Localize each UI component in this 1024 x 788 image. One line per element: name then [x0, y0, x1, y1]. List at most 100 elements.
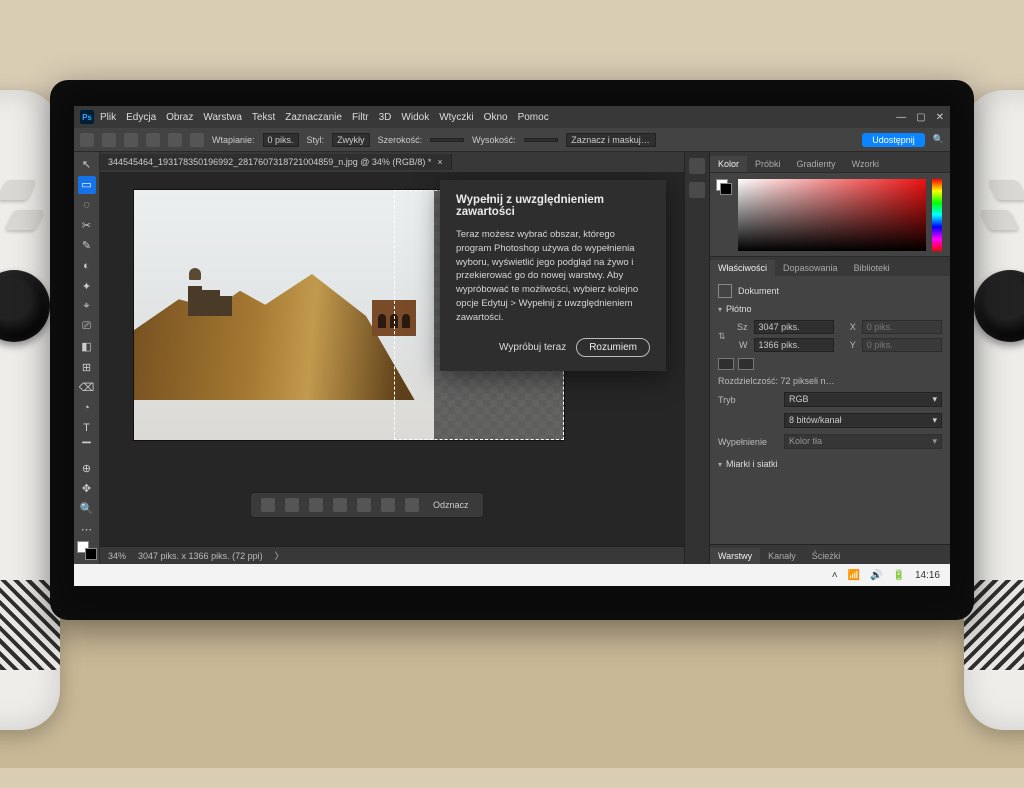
style-select[interactable]: Zwykły — [332, 133, 370, 147]
right-thumbstick[interactable] — [974, 270, 1024, 342]
orientation-landscape[interactable] — [738, 358, 754, 370]
tab-probki[interactable]: Próbki — [747, 156, 789, 172]
ctx-generative-fill-icon[interactable] — [261, 498, 275, 512]
right-shoulder-button-b[interactable] — [979, 210, 1018, 230]
selection-mode-subtract-icon[interactable] — [168, 133, 182, 147]
gradient-tool[interactable]: ⊞ — [78, 359, 96, 376]
select-and-mask-button[interactable]: Zaznacz i maskuj… — [566, 133, 656, 147]
deselect-button[interactable]: Odznacz — [429, 500, 473, 510]
shape-tool[interactable]: ⊕ — [78, 460, 96, 477]
left-thumbstick[interactable] — [0, 270, 50, 342]
ctx-mask-icon[interactable] — [333, 498, 347, 512]
selection-mode-intersect-icon[interactable] — [190, 133, 204, 147]
ctx-invert-icon[interactable] — [309, 498, 323, 512]
menu-widok[interactable]: Widok — [401, 112, 429, 123]
canvas-height-input[interactable]: 1366 piks. — [754, 338, 834, 352]
selection-mode-new-icon[interactable] — [124, 133, 138, 147]
menu-filtr[interactable]: Filtr — [352, 112, 369, 123]
rulers-section-header[interactable]: Miarki i siatki — [718, 459, 942, 469]
contextual-task-bar[interactable]: Odznacz — [250, 492, 484, 518]
tab-sciezki[interactable]: Ścieżki — [804, 548, 849, 564]
menu-tekst[interactable]: Tekst — [252, 112, 275, 123]
canvas-section-header[interactable]: Płótno — [718, 304, 942, 314]
tooltip-try-link[interactable]: Wypróbuj teraz — [499, 342, 566, 353]
tab-wlasciwosci[interactable]: Właściwości — [710, 260, 775, 276]
color-swatches[interactable] — [77, 541, 97, 560]
tab-warstwy[interactable]: Warstwy — [710, 548, 760, 564]
tab-gradienty[interactable]: Gradienty — [789, 156, 844, 172]
tab-dopasowania[interactable]: Dopasowania — [775, 260, 846, 276]
color-mode-select[interactable]: RGB▾ — [784, 392, 942, 407]
menu-zaznaczanie[interactable]: Zaznaczanie — [285, 112, 342, 123]
tab-wzorki[interactable]: Wzorki — [844, 156, 888, 172]
right-shoulder-button-a[interactable] — [987, 180, 1024, 200]
height-input[interactable] — [524, 138, 558, 142]
battery-icon[interactable]: 🔋 — [893, 570, 905, 581]
menu-okno[interactable]: Okno — [484, 112, 508, 123]
wifi-icon[interactable]: 📶 — [848, 570, 860, 581]
stamp-tool[interactable]: ⎚ — [78, 318, 96, 335]
menu-pomoc[interactable]: Pomoc — [518, 112, 549, 123]
menu-plik[interactable]: Plik — [100, 112, 116, 123]
brush-tool[interactable]: ⌖ — [78, 298, 96, 315]
feather-input[interactable]: 0 piks. — [263, 133, 299, 147]
close-icon[interactable]: ✕ — [936, 112, 944, 123]
lasso-tool[interactable]: ◌ — [78, 197, 96, 214]
menu-warstwa[interactable]: Warstwa — [203, 112, 242, 123]
width-input[interactable] — [430, 138, 464, 142]
menu-wtyczki[interactable]: Wtyczki — [439, 112, 473, 123]
ctx-fill-icon[interactable] — [381, 498, 395, 512]
main-menu[interactable]: Plik Edycja Obraz Warstwa Tekst Zaznacza… — [100, 112, 549, 123]
tab-biblioteki[interactable]: Biblioteki — [846, 260, 898, 276]
minimize-icon[interactable]: — — [896, 112, 906, 123]
clock[interactable]: 14:16 — [915, 570, 940, 581]
hue-slider[interactable] — [932, 179, 942, 251]
canvas-viewport[interactable]: Odznacz Wypełnij z uwzględnieniem zawart… — [100, 172, 684, 546]
crop-tool[interactable]: ✂ — [78, 217, 96, 234]
path-tool[interactable]: ▔ — [78, 440, 96, 457]
menu-obraz[interactable]: Obraz — [166, 112, 193, 123]
search-icon[interactable]: 🔍 — [933, 134, 944, 145]
frame-tool[interactable]: ✎ — [78, 237, 96, 254]
tab-kanaly[interactable]: Kanały — [760, 548, 804, 564]
ctx-modify-icon[interactable] — [285, 498, 299, 512]
selection-mode-add-icon[interactable] — [146, 133, 160, 147]
tab-close-icon[interactable]: × — [437, 157, 442, 167]
fill-select[interactable]: Kolor tła▾ — [784, 434, 942, 449]
tooltip-ok-button[interactable]: Rozumiem — [576, 338, 650, 357]
ctx-more-icon[interactable] — [405, 498, 419, 512]
dodge-tool[interactable]: ◔ — [78, 399, 96, 416]
color-field[interactable] — [738, 179, 926, 251]
maximize-icon[interactable]: ▢ — [916, 112, 925, 123]
type-tool[interactable]: T — [78, 419, 96, 436]
tab-kolor[interactable]: Kolor — [710, 156, 747, 172]
os-taskbar[interactable]: ˄ 📶 🔊 🔋 14:16 — [74, 564, 950, 586]
zoom-level[interactable]: 34% — [108, 551, 126, 561]
ctx-adjust-icon[interactable] — [357, 498, 371, 512]
color-panel[interactable] — [710, 172, 950, 256]
status-chevron-icon[interactable]: 〉 — [275, 549, 284, 562]
left-shoulder-button-a[interactable] — [0, 180, 37, 200]
menu-3d[interactable]: 3D — [379, 112, 392, 123]
marquee-tool[interactable]: ▭ — [78, 176, 96, 193]
share-button[interactable]: Udostępnij — [862, 133, 925, 147]
bit-depth-select[interactable]: 8 bitów/kanał▾ — [784, 413, 942, 428]
zoom-tool[interactable]: 🔍 — [78, 500, 96, 517]
panel-color-swatches[interactable] — [716, 179, 732, 195]
link-dimensions-icon[interactable]: ⇅ — [718, 331, 726, 342]
tool-preset-icon[interactable] — [102, 133, 116, 147]
eraser-tool[interactable]: ⌫ — [78, 379, 96, 396]
history-brush-tool[interactable]: ◧ — [78, 338, 96, 355]
orientation-portrait[interactable] — [718, 358, 734, 370]
canvas-width-input[interactable]: 3047 piks. — [754, 320, 834, 334]
move-tool[interactable]: ↖ — [78, 156, 96, 173]
orientation-buttons[interactable] — [718, 358, 942, 370]
eyedropper-tool[interactable]: ◐ — [78, 257, 96, 274]
left-shoulder-button-b[interactable] — [5, 210, 44, 230]
collapsed-panel-icon-2[interactable] — [689, 182, 705, 198]
collapsed-panel-icon-1[interactable] — [689, 158, 705, 174]
more-tools[interactable]: ⋯ — [78, 521, 96, 538]
document-tab[interactable]: 344545464_193178350196992_28176073187210… — [100, 154, 452, 170]
menu-edycja[interactable]: Edycja — [126, 112, 156, 123]
hand-tool[interactable]: ✥ — [78, 480, 96, 497]
